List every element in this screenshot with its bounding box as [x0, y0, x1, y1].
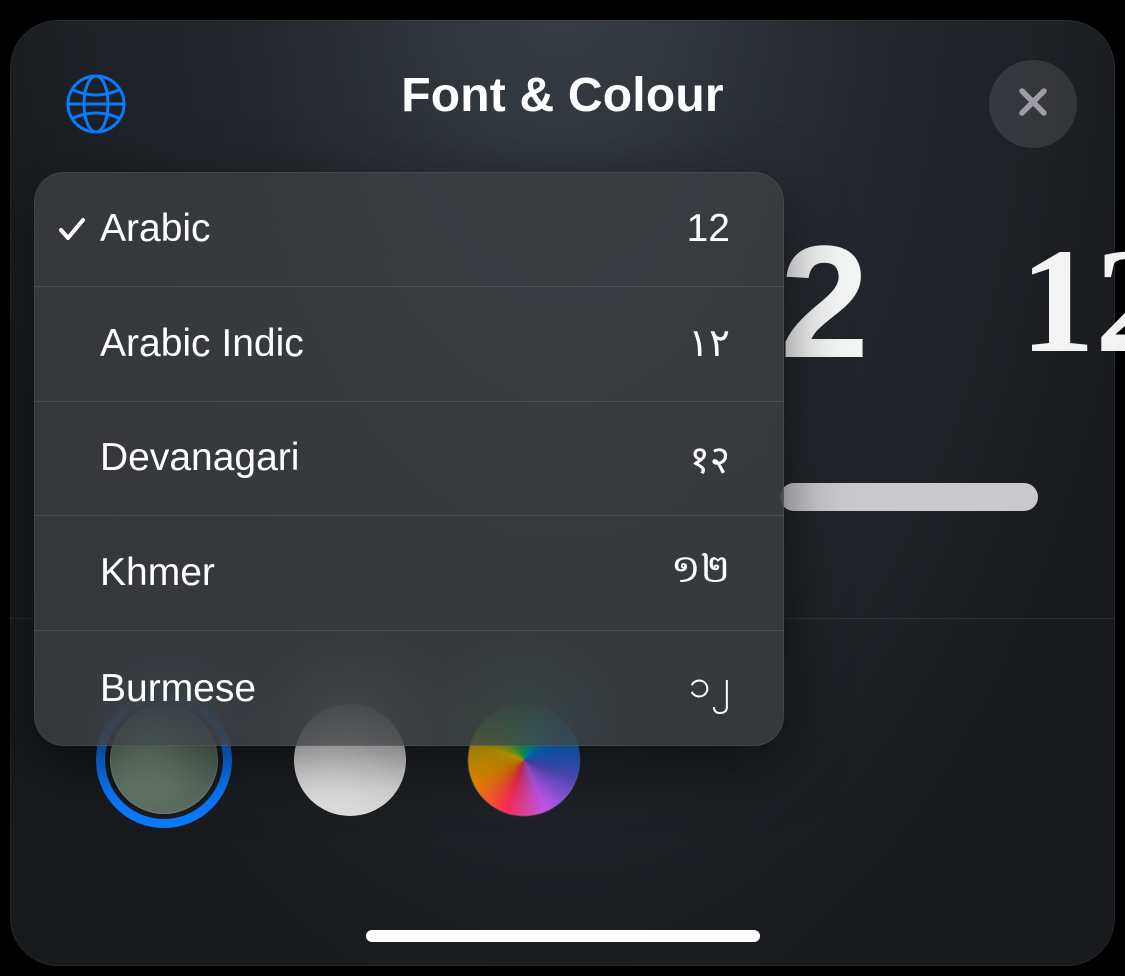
font-colour-panel: Font & Colour 2 12 [10, 20, 1115, 966]
numeral-option-label: Arabic [100, 207, 687, 251]
panel-header: Font & Colour [10, 20, 1115, 170]
globe-icon [64, 72, 128, 141]
numeral-option-arabic-indic[interactable]: Arabic Indic ١٢ [34, 287, 784, 402]
numeral-option-sample: ១២ [671, 545, 730, 602]
numeral-option-sample: ၁၂ [689, 660, 730, 717]
font-sample-stencil[interactable]: 2 [780, 210, 861, 394]
close-button[interactable] [989, 60, 1077, 148]
numeral-option-sample: १२ [689, 432, 730, 485]
font-weight-slider[interactable] [780, 483, 1038, 511]
numeral-language-popover: Arabic 12 Arabic Indic ١٢ Devanagari १२ … [34, 172, 784, 746]
numeral-option-arabic[interactable]: Arabic 12 [34, 172, 784, 287]
numeral-option-label: Burmese [100, 667, 689, 711]
close-icon [1013, 82, 1053, 127]
font-sample-serif[interactable]: 12 [1020, 215, 1125, 387]
numeral-option-sample: ١٢ [688, 321, 730, 366]
check-icon [50, 213, 94, 245]
panel-title: Font & Colour [401, 68, 724, 123]
numeral-option-label: Devanagari [100, 436, 689, 480]
numeral-option-sample: 12 [687, 207, 730, 251]
numeral-option-label: Arabic Indic [100, 322, 688, 366]
numeral-option-label: Khmer [100, 551, 671, 595]
home-indicator[interactable] [366, 930, 760, 942]
numeral-option-devanagari[interactable]: Devanagari १२ [34, 402, 784, 517]
numeral-language-button[interactable] [60, 70, 132, 142]
numeral-option-khmer[interactable]: Khmer ១២ [34, 516, 784, 631]
numeral-option-burmese[interactable]: Burmese ၁၂ [34, 631, 784, 746]
